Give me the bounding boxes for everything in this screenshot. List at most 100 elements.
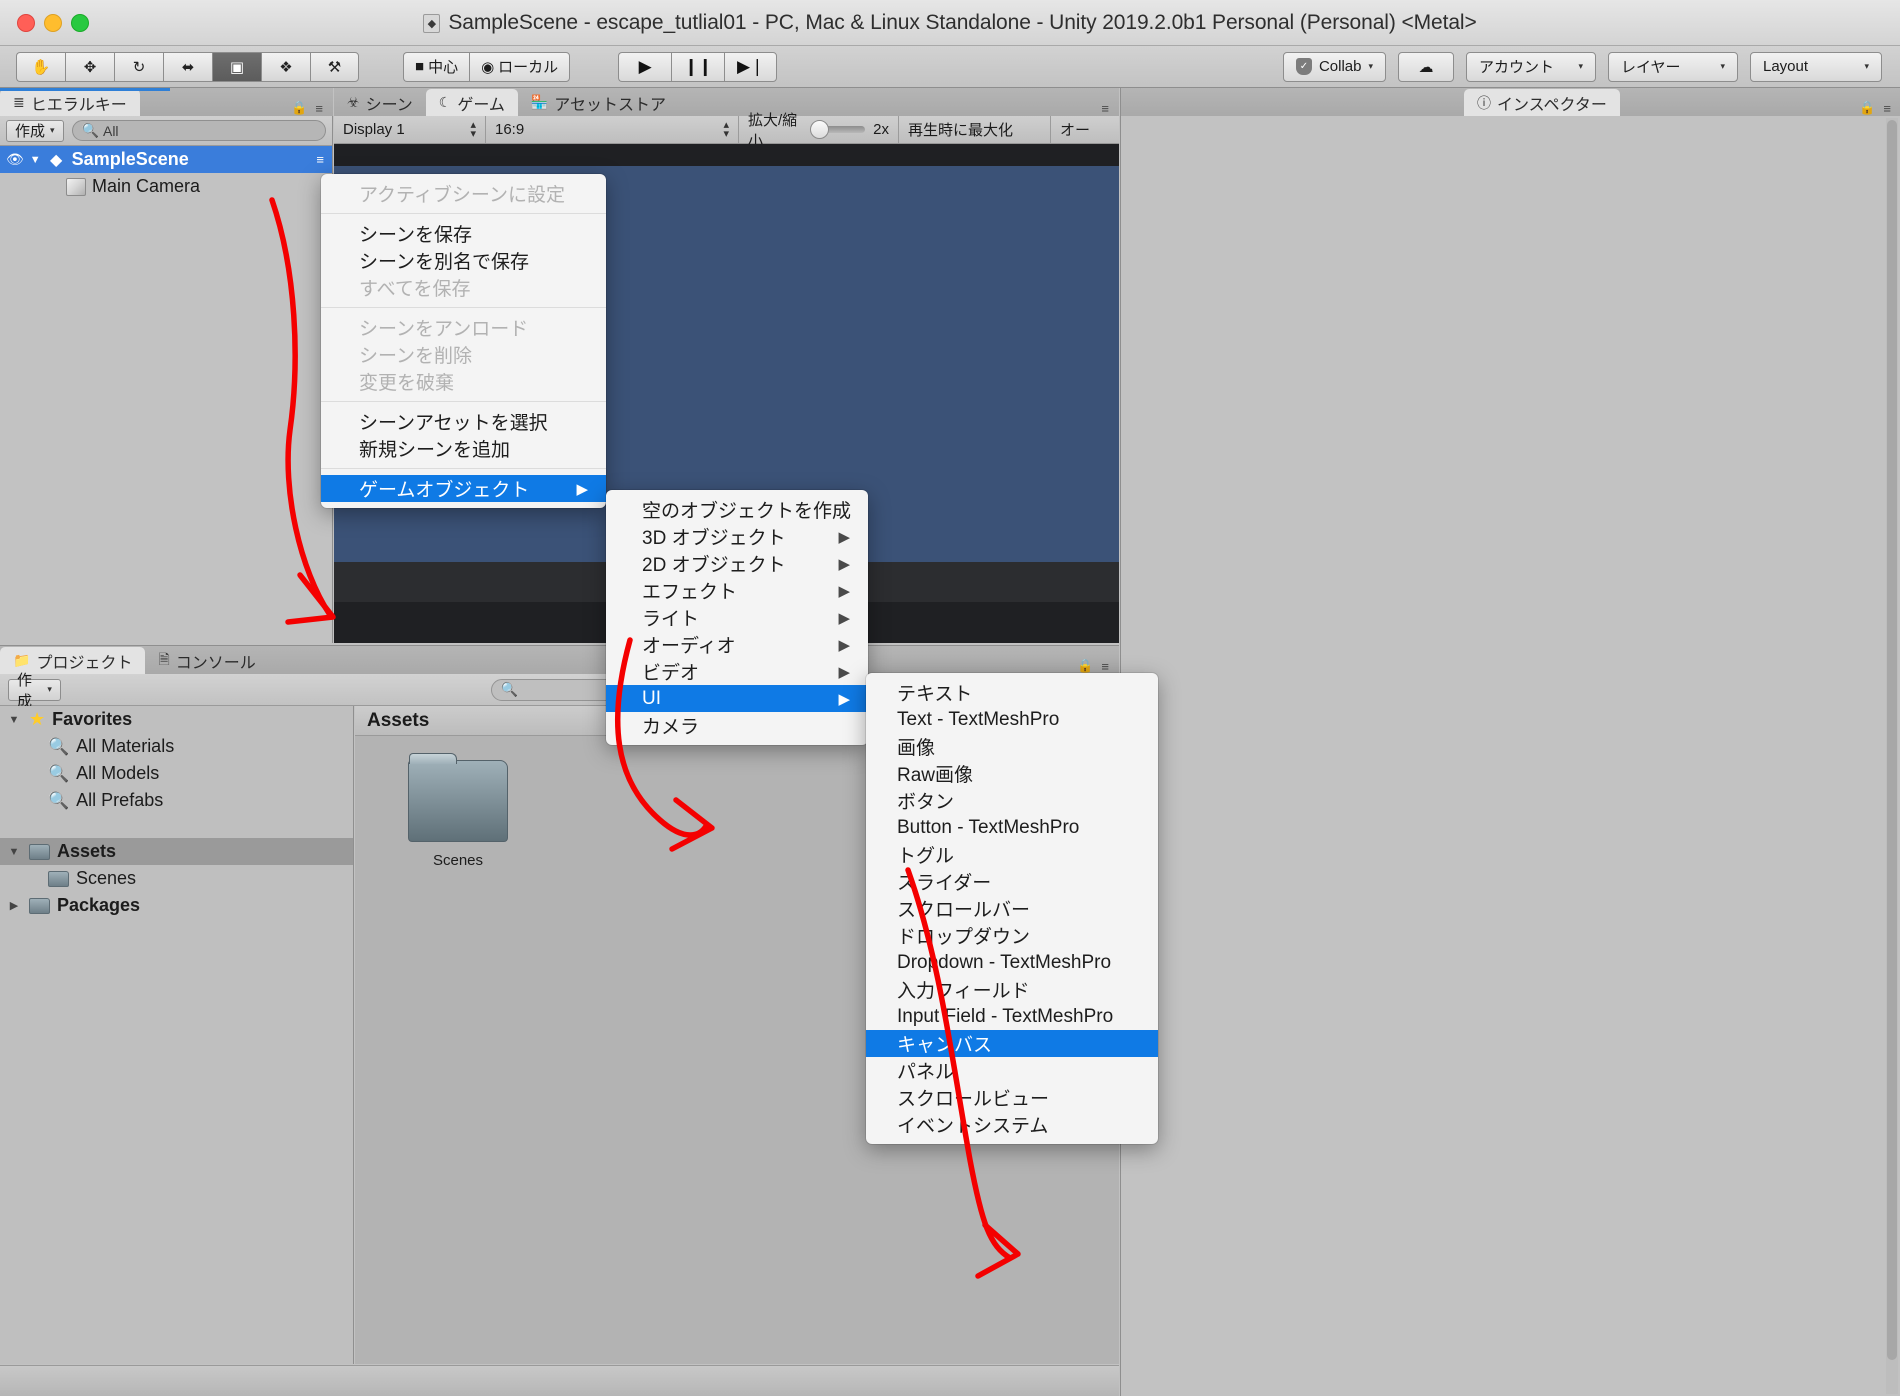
menu-item-button[interactable]: ボタン bbox=[866, 787, 1158, 814]
menu-item-discard-changes[interactable]: 変更を破棄 bbox=[321, 368, 606, 395]
tab-inspector[interactable]: ⓘ インスペクター bbox=[1464, 89, 1620, 116]
scale-tool-button[interactable]: ⬌ bbox=[163, 51, 212, 82]
menu-item-effects[interactable]: エフェクト ▶ bbox=[606, 577, 868, 604]
project-tab-icons: 🔒 ≡ bbox=[1077, 658, 1119, 674]
display-dropdown[interactable]: Display 1 ▴ ▾ bbox=[334, 116, 486, 143]
menu-item-canvas[interactable]: キャンバス bbox=[866, 1030, 1158, 1057]
maximize-window-button[interactable] bbox=[71, 13, 89, 32]
project-create-button[interactable]: 作成 ▾ bbox=[8, 672, 61, 710]
menu-item-label: ボタン bbox=[897, 792, 955, 813]
menu-item-remove-scene[interactable]: シーンを削除 bbox=[321, 341, 606, 368]
menu-item-panel[interactable]: パネル bbox=[866, 1057, 1158, 1084]
project-tree-item-favorites[interactable]: ▼ ★ Favorites bbox=[0, 706, 353, 733]
transform-tool-button[interactable]: ❖ bbox=[261, 51, 310, 82]
window-controls[interactable] bbox=[17, 13, 89, 32]
scale-slider-group[interactable]: 拡大/縮小 2x bbox=[739, 112, 899, 150]
visibility-eye-icon[interactable]: 👁 bbox=[6, 151, 24, 168]
menu-item-video[interactable]: ビデオ ▶ bbox=[606, 658, 868, 685]
mute-audio-toggle[interactable]: オー bbox=[1051, 116, 1099, 143]
hierarchy-item-samplescene[interactable]: 👁 ▼ ◆ SampleScene ≡ bbox=[0, 146, 332, 173]
lock-icon[interactable]: 🔒 bbox=[291, 100, 307, 116]
minimize-window-button[interactable] bbox=[44, 13, 62, 32]
menu-item-add-new-scene[interactable]: 新規シーンを追加 bbox=[321, 435, 606, 462]
tab-game[interactable]: ☾ ゲーム bbox=[425, 89, 518, 116]
menu-item-dropdown-textmeshpro[interactable]: Dropdown - TextMeshPro bbox=[866, 949, 1158, 976]
menu-item-unload-scene[interactable]: シーンをアンロード bbox=[321, 314, 606, 341]
menu-item-3d-object[interactable]: 3D オブジェクト ▶ bbox=[606, 523, 868, 550]
chevron-down-icon[interactable]: ▼ bbox=[6, 846, 22, 858]
menu-item-raw-image[interactable]: Raw画像 bbox=[866, 760, 1158, 787]
scene-row-menu-icon[interactable]: ≡ bbox=[316, 152, 324, 167]
maximize-on-play-toggle[interactable]: 再生時に最大化 bbox=[899, 116, 1051, 143]
menu-item-input-field[interactable]: 入力フィールド bbox=[866, 976, 1158, 1003]
menu-item-create-empty[interactable]: 空のオブジェクトを作成 bbox=[606, 496, 868, 523]
menu-item-event-system[interactable]: イベントシステム bbox=[866, 1111, 1158, 1138]
move-tool-button[interactable]: ✥ bbox=[65, 51, 114, 82]
rect-tool-button[interactable]: ▣ bbox=[212, 51, 261, 82]
menu-item-2d-object[interactable]: 2D オブジェクト ▶ bbox=[606, 550, 868, 577]
inspector-scrollbar[interactable] bbox=[1886, 118, 1898, 1394]
pivot-space-button[interactable]: ◉ ローカル bbox=[469, 51, 571, 82]
menu-item-text-textmeshpro[interactable]: Text - TextMeshPro bbox=[866, 706, 1158, 733]
menu-item-light[interactable]: ライト ▶ bbox=[606, 604, 868, 631]
layout-button[interactable]: Layout ▾ bbox=[1750, 51, 1882, 82]
tab-asset-store[interactable]: 🏪 アセットストア bbox=[518, 89, 679, 116]
step-button[interactable]: ▶❘ bbox=[724, 51, 778, 82]
custom-tool-button[interactable]: ⚒ bbox=[310, 51, 359, 82]
project-tree-item-packages[interactable]: ▶ Packages bbox=[0, 892, 353, 919]
hierarchy-create-button[interactable]: 作成 ▾ bbox=[6, 119, 64, 142]
hierarchy-item-main-camera[interactable]: Main Camera bbox=[0, 173, 332, 200]
menu-item-scrollbar[interactable]: スクロールバー bbox=[866, 895, 1158, 922]
inspector-scrollbar-thumb[interactable] bbox=[1887, 120, 1897, 1360]
play-button[interactable]: ▶ bbox=[618, 51, 672, 82]
account-button[interactable]: アカウント ▾ bbox=[1466, 51, 1596, 82]
project-tree-item-all-prefabs[interactable]: 🔍 All Prefabs bbox=[0, 787, 353, 814]
aspect-dropdown[interactable]: 16:9 ▴ ▾ bbox=[486, 116, 739, 143]
project-tree-item-assets[interactable]: ▼ Assets bbox=[0, 838, 353, 865]
menu-item-gameobject[interactable]: ゲームオブジェクト ▶ bbox=[321, 475, 606, 502]
cloud-services-button[interactable]: ☁ bbox=[1398, 51, 1454, 82]
scale-slider[interactable] bbox=[810, 120, 866, 139]
project-tree-item-all-materials[interactable]: 🔍 All Materials bbox=[0, 733, 353, 760]
tab-console[interactable]: 🗎 コンソール bbox=[145, 647, 268, 674]
close-window-button[interactable] bbox=[17, 13, 35, 32]
chevron-down-icon[interactable]: ▼ bbox=[30, 154, 41, 166]
menu-item-select-scene-asset[interactable]: シーンアセットを選択 bbox=[321, 408, 606, 435]
menu-item-save-all[interactable]: すべてを保存 bbox=[321, 274, 606, 301]
chevron-down-icon[interactable]: ▼ bbox=[6, 714, 22, 726]
menu-item-image[interactable]: 画像 bbox=[866, 733, 1158, 760]
menu-item-slider[interactable]: スライダー bbox=[866, 868, 1158, 895]
panel-menu-icon[interactable]: ≡ bbox=[1101, 101, 1109, 116]
hand-tool-button[interactable]: ✋ bbox=[16, 51, 65, 82]
asset-item-scenes[interactable]: Scenes bbox=[403, 753, 513, 869]
chevron-right-icon[interactable]: ▶ bbox=[6, 899, 22, 912]
tab-scene[interactable]: ☣ シーン bbox=[334, 89, 426, 116]
menu-item-button-textmeshpro[interactable]: Button - TextMeshPro bbox=[866, 814, 1158, 841]
menu-item-ui[interactable]: UI ▶ bbox=[606, 685, 868, 712]
rotate-tool-button[interactable]: ↻ bbox=[114, 51, 163, 82]
pause-button[interactable]: ❙❙ bbox=[671, 51, 725, 82]
hierarchy-search-input[interactable]: 🔍 All bbox=[71, 120, 326, 141]
project-tree-item-all-models[interactable]: 🔍 All Models bbox=[0, 760, 353, 787]
menu-item-input-field-textmeshpro[interactable]: Input Field - TextMeshPro bbox=[866, 1003, 1158, 1030]
scale-slider-knob[interactable] bbox=[810, 120, 830, 139]
menu-item-scroll-view[interactable]: スクロールビュー bbox=[866, 1084, 1158, 1111]
collab-button[interactable]: ✓ Collab ▾ bbox=[1282, 51, 1386, 82]
menu-item-audio[interactable]: オーディオ ▶ bbox=[606, 631, 868, 658]
lock-icon[interactable]: 🔒 bbox=[1077, 658, 1093, 674]
lock-icon[interactable]: 🔒 bbox=[1859, 100, 1875, 116]
layers-button[interactable]: レイヤー ▾ bbox=[1608, 51, 1738, 82]
tab-hierarchy[interactable]: ≣ ヒエラルキー bbox=[0, 89, 140, 116]
panel-menu-icon[interactable]: ≡ bbox=[315, 101, 323, 116]
menu-item-text[interactable]: テキスト bbox=[866, 679, 1158, 706]
project-tree-item-scenes[interactable]: Scenes bbox=[0, 865, 353, 892]
panel-menu-icon[interactable]: ≡ bbox=[1883, 101, 1891, 116]
panel-menu-icon[interactable]: ≡ bbox=[1101, 659, 1109, 674]
menu-item-toggle[interactable]: トグル bbox=[866, 841, 1158, 868]
menu-item-dropdown[interactable]: ドロップダウン bbox=[866, 922, 1158, 949]
menu-item-set-active-scene[interactable]: アクティブシーンに設定 bbox=[321, 180, 606, 207]
menu-item-camera[interactable]: カメラ bbox=[606, 712, 868, 739]
menu-item-save-scene[interactable]: シーンを保存 bbox=[321, 220, 606, 247]
pivot-center-button[interactable]: ■ 中心 bbox=[403, 51, 470, 82]
menu-item-save-scene-as[interactable]: シーンを別名で保存 bbox=[321, 247, 606, 274]
